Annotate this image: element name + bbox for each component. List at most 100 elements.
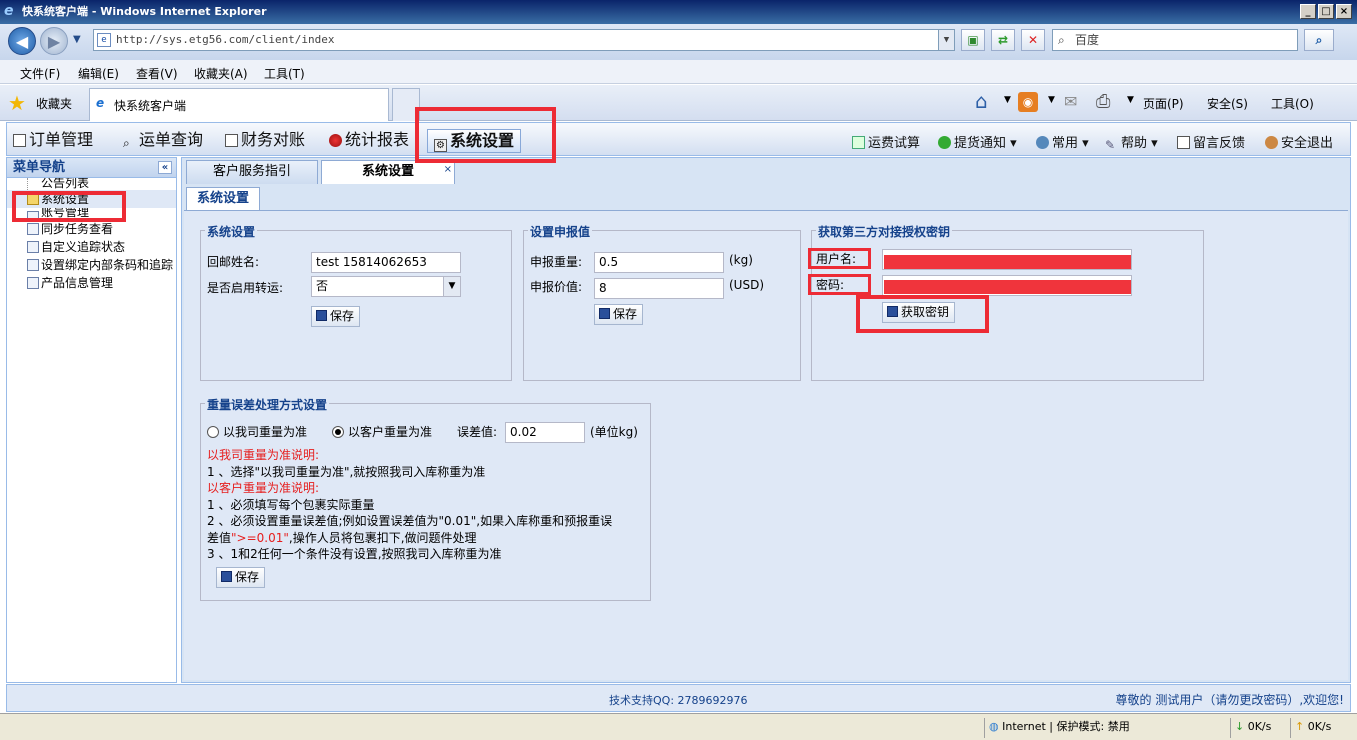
app-nav-bar: 订单管理 ⌕ 运单查询 财务对账 统计报表 ⚙ 系统设置 运费试算 提货通知 ▾ 常…: [6, 122, 1351, 156]
sidebar-item-product-info[interactable]: 产品信息管理: [7, 274, 176, 292]
tab-statistics-report[interactable]: 统计报表: [329, 129, 409, 153]
transfer-select[interactable]: 否 ▼: [311, 276, 461, 297]
calculator-icon: [852, 136, 865, 149]
note2-line1: 1 、必须填写每个包裹实际重量: [207, 497, 375, 512]
declare-value-fieldset: 设置申报值 申报重量: 0.5 (kg) 申报价值: 8 (USD) 保存: [523, 223, 801, 381]
menu-tools[interactable]: 工具(T): [264, 65, 305, 82]
page-icon: [27, 223, 39, 235]
sidebar-item-sync-tasks[interactable]: 同步任务查看: [7, 220, 176, 238]
refresh-icon[interactable]: ⇄: [991, 29, 1015, 51]
collapse-sidebar-icon[interactable]: «: [158, 161, 172, 174]
tools-menu[interactable]: 工具(O): [1271, 95, 1314, 112]
transfer-label: 是否启用转运:: [207, 281, 284, 295]
highlight-get-key: [856, 295, 989, 333]
pickup-notice-button[interactable]: 提货通知 ▾: [938, 132, 1017, 151]
ie-logo-icon: e: [4, 3, 14, 19]
history-dropdown-icon[interactable]: ▼: [73, 34, 81, 45]
feedback-button[interactable]: 留言反馈: [1177, 132, 1245, 151]
freight-calc-button[interactable]: 运费试算: [852, 132, 920, 151]
favorites-star-icon: ★: [8, 91, 26, 115]
tolerance-input[interactable]: 0.02: [505, 422, 585, 443]
compat-view-icon[interactable]: ▣: [961, 29, 985, 51]
up-arrow-icon: ↑: [1295, 720, 1305, 733]
return-name-label: 回邮姓名:: [207, 255, 260, 269]
save-icon: [316, 310, 327, 321]
close-button[interactable]: ×: [1336, 4, 1352, 19]
fieldset-title: 设置申报值: [528, 223, 593, 240]
return-name-input[interactable]: test 15814062653: [311, 252, 461, 273]
feeds-icon[interactable]: ◉: [1018, 92, 1038, 112]
upload-speed: ↑ 0K/s: [1290, 718, 1352, 738]
chevron-down-icon[interactable]: ▼: [443, 277, 460, 296]
weight-notes: 以我司重量为准说明: 1 、选择"以我司重量为准",就按照我司入库称重为准 以客…: [207, 447, 647, 563]
stop-icon[interactable]: ✕: [1021, 29, 1045, 51]
save-settings-button[interactable]: 保存: [311, 306, 361, 327]
help-menu-button[interactable]: ✎ 帮助 ▾: [1105, 132, 1158, 152]
address-toolbar: ◀ ▶ ▼ e http://sys.etg56.com/client/inde…: [0, 24, 1357, 60]
note2-line3: 差值">=0.01",操作人员将包裹扣下,做问题件处理: [207, 530, 477, 545]
highlight-sidebar-settings: [12, 191, 126, 222]
fieldset-title: 获取第三方对接授权密钥: [816, 223, 953, 240]
menu-edit[interactable]: 编辑(E): [78, 65, 119, 82]
order-icon: [13, 134, 26, 147]
tab-order-management[interactable]: 订单管理: [13, 129, 93, 153]
favorites-button[interactable]: 收藏夹: [36, 95, 72, 112]
note2-line2: 2 、必须设置重量误差值;例如设置误差值为"0.01",如果入库称重和预报重误: [207, 514, 613, 528]
browser-tab[interactable]: e 快系统客户端: [89, 88, 389, 121]
print-dropdown-icon[interactable]: ▼: [1127, 95, 1134, 105]
weight-input[interactable]: 0.5: [594, 252, 724, 273]
save-declare-button[interactable]: 保存: [594, 304, 644, 325]
radio-customer-weight[interactable]: 以客户重量为准: [332, 423, 432, 440]
address-dropdown-icon[interactable]: ▼: [938, 30, 954, 50]
save-weight-error-button[interactable]: 保存: [216, 567, 266, 588]
radio-our-weight[interactable]: 以我司重量为准: [207, 423, 307, 440]
sidebar-header: 菜单导航 «: [7, 158, 176, 178]
tolerance-unit: (单位kg): [590, 425, 638, 439]
note2-title: 以客户重量为准说明:: [207, 481, 320, 495]
sidebar: 菜单导航 « 公告列表 系统设置 账号管理 同步任务查看 自定义追踪状态 设置绑…: [6, 157, 177, 683]
mail-icon[interactable]: ✉: [1064, 92, 1077, 111]
menu-file[interactable]: 文件(F): [20, 65, 60, 82]
logout-button[interactable]: 安全退出: [1265, 132, 1333, 151]
search-input[interactable]: ⌕ 百度: [1052, 29, 1298, 51]
search-icon[interactable]: ⌕: [1304, 29, 1334, 51]
forward-button[interactable]: ▶: [40, 27, 68, 55]
magnifier-icon: ⌕: [123, 136, 130, 150]
highlight-system-settings-tab: [415, 107, 556, 163]
weight-error-fieldset: 重量误差处理方式设置 以我司重量为准 以客户重量为准 误差值: 0.02 (单位…: [200, 396, 651, 601]
sidebar-item-announcements[interactable]: 公告列表: [7, 178, 176, 190]
wrench-icon: ✎: [1105, 138, 1116, 152]
tolerance-label: 误差值:: [457, 425, 498, 439]
value-input[interactable]: 8: [594, 278, 724, 299]
address-input[interactable]: e http://sys.etg56.com/client/index ▼: [93, 29, 955, 51]
back-button[interactable]: ◀: [8, 27, 36, 55]
value-label: 申报价值:: [530, 280, 583, 294]
common-menu-button[interactable]: 常用 ▾: [1036, 132, 1089, 151]
subtab-system-settings[interactable]: 系统设置: [186, 187, 260, 210]
home-dropdown-icon[interactable]: ▼: [1004, 95, 1011, 105]
maximize-button[interactable]: □: [1318, 4, 1334, 19]
print-icon[interactable]: ⎙: [1096, 91, 1110, 112]
tab-customer-guide[interactable]: 客户服务指引: [186, 160, 318, 184]
menu-favorites[interactable]: 收藏夹(A): [194, 65, 248, 82]
fieldset-title: 系统设置: [205, 223, 258, 240]
home-icon[interactable]: ⌂: [975, 89, 988, 113]
tab-waybill-query[interactable]: ⌕ 运单查询: [123, 129, 203, 153]
redacted-password: [884, 280, 1131, 294]
menu-view[interactable]: 查看(V): [136, 65, 178, 82]
window-title: 快系统客户端 - Windows Internet Explorer: [22, 5, 267, 18]
sidebar-item-barcode-binding[interactable]: 设置绑定内部条码和追踪: [7, 256, 176, 274]
sidebar-item-tracking-status[interactable]: 自定义追踪状态: [7, 238, 176, 256]
save-icon: [599, 308, 610, 319]
page-menu[interactable]: 页面(P): [1143, 95, 1184, 112]
safety-menu[interactable]: 安全(S): [1207, 95, 1248, 112]
search-engine-icon: ⌕: [1058, 33, 1065, 47]
tab-finance-reconcile[interactable]: 财务对账: [225, 129, 305, 153]
minimize-button[interactable]: _: [1300, 4, 1316, 19]
feeds-dropdown-icon[interactable]: ▼: [1048, 95, 1055, 105]
ie-page-icon: e: [96, 96, 105, 110]
page-icon: [27, 259, 39, 271]
tab-content-system-settings[interactable]: 系统设置 ×: [321, 160, 455, 184]
system-settings-fieldset: 系统设置 回邮姓名: test 15814062653 是否启用转运: 否 ▼ …: [200, 223, 512, 381]
window-title-bar: e 快系统客户端 - Windows Internet Explorer _ □…: [0, 0, 1357, 24]
